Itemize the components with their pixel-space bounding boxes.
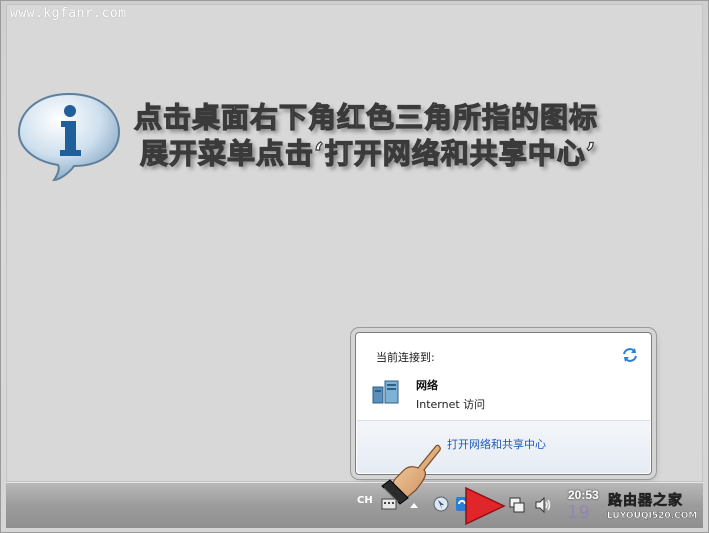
hand-pointer-icon bbox=[381, 444, 441, 505]
taskbar-clock[interactable]: 20:53 bbox=[568, 488, 599, 502]
instruction-line-1: 点击桌面右下角红色三角所指的图标 bbox=[133, 100, 599, 134]
network-name[interactable]: 网络 bbox=[416, 377, 438, 393]
info-bubble-icon bbox=[17, 92, 121, 182]
watermark-bottom-right-en: LUYOUQI520.COM bbox=[607, 511, 698, 521]
connected-to-label: 当前连接到: bbox=[376, 351, 435, 364]
open-network-sharing-center-link[interactable]: 打开网络和共享中心 bbox=[447, 436, 546, 452]
watermark-bottom-right-cn: 路由器之家 bbox=[608, 493, 683, 510]
volume-icon[interactable] bbox=[534, 497, 552, 513]
network-tray-icon[interactable] bbox=[508, 496, 526, 514]
network-icon bbox=[372, 380, 399, 404]
instruction-headline: 点击桌面右下角红色三角所指的图标 展开菜单点击‘打开网络和共享中心’ bbox=[133, 100, 694, 172]
red-triangle-arrow-icon bbox=[465, 486, 506, 526]
network-access-status: Internet 访问 bbox=[416, 398, 486, 411]
watermark-top-left: www.kgfanr.com bbox=[10, 6, 127, 21]
faint-date-watermark: 19 bbox=[567, 502, 590, 523]
language-indicator[interactable]: CH bbox=[357, 495, 373, 506]
instruction-line-2: 展开菜单点击‘打开网络和共享中心’ bbox=[139, 136, 597, 170]
refresh-icon[interactable] bbox=[621, 347, 639, 363]
